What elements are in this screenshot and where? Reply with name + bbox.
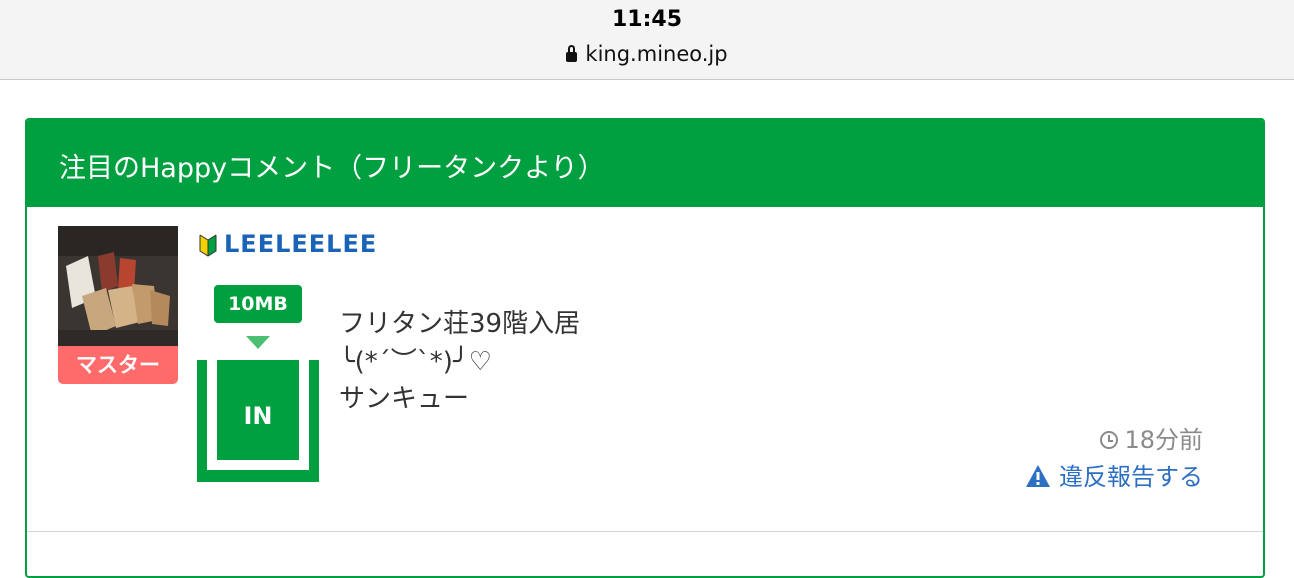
- card-header: 注目のHappyコメント（フリータンクより）: [27, 120, 1263, 207]
- tank-amount-badge: 10MB: [214, 285, 302, 323]
- posted-time: 18分前: [1100, 420, 1203, 455]
- url-text: king.mineo.jp: [585, 42, 728, 66]
- browser-status-bar: 11:45 king.mineo.jp: [0, 0, 1294, 80]
- master-badge: マスター: [58, 346, 178, 384]
- status-time: 11:45: [611, 7, 683, 32]
- tank-direction-label: IN: [243, 402, 273, 430]
- comment-text-line-3: サンキュー: [339, 384, 470, 414]
- happy-comment-card: 注目のHappyコメント（フリータンクより） マスター LEELEELEE 10…: [25, 118, 1265, 578]
- comment-text-line-1: フリタン荘39階入居: [339, 309, 581, 339]
- report-label: 違反報告する: [1059, 463, 1203, 491]
- comment-text-line-2: ╰(*´︶`*)╯♡: [339, 347, 492, 377]
- warning-icon: [1026, 465, 1050, 487]
- section-title: 注目のHappyコメント（フリータンクより）: [59, 153, 605, 184]
- beginner-mark-icon: [199, 234, 217, 257]
- lock-icon: [566, 45, 578, 62]
- username-link[interactable]: LEELEELEE: [224, 230, 377, 258]
- address-bar[interactable]: king.mineo.jp: [0, 42, 1294, 66]
- avatar[interactable]: [58, 226, 178, 346]
- avatar-image: [58, 226, 178, 346]
- report-violation-link[interactable]: 違反報告する: [1025, 457, 1203, 492]
- clock-icon: [1100, 431, 1119, 449]
- down-arrow-icon: [246, 336, 270, 349]
- card-divider: [27, 531, 1263, 532]
- posted-time-text: 18分前: [1124, 426, 1203, 454]
